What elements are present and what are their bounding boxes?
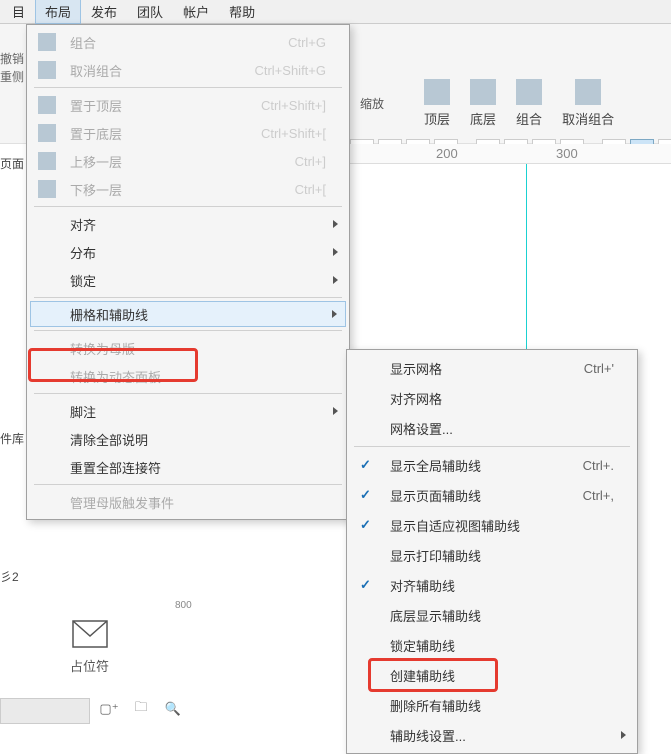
mi-back: 置于底层Ctrl+Shift+[ (30, 119, 346, 147)
ruler-v-800: 800 (175, 600, 192, 611)
mi-front: 置于顶层Ctrl+Shift+] (30, 91, 346, 119)
ungroup-icon (38, 61, 56, 79)
arrow-icon (333, 248, 338, 256)
smi-grid-settings[interactable]: 网格设置... (350, 413, 634, 443)
front-icon (424, 79, 450, 105)
menu-item-team[interactable]: 团队 (127, 0, 173, 24)
toolbar-buttons: 缩放 顶层 底层 组合 取消组合 (360, 79, 614, 128)
smi-delete-all[interactable]: 删除所有辅助线 (350, 690, 634, 720)
mi-distribute[interactable]: 分布 (30, 238, 346, 266)
folder-icon[interactable]: 🗀 (132, 700, 150, 718)
add-icon[interactable]: ▢⁺ (100, 700, 118, 718)
separator (34, 330, 342, 331)
check-icon: ✓ (360, 577, 371, 593)
back-icon (38, 124, 56, 142)
mi-grid-guides[interactable]: 栅格和辅助线 (30, 301, 346, 327)
search-icon[interactable]: 🔍 (164, 700, 182, 718)
smi-snap-guides[interactable]: ✓对齐辅助线 (350, 570, 634, 600)
smi-guide-settings[interactable]: 辅助线设置... (350, 720, 634, 750)
smi-back-guides[interactable]: 底层显示辅助线 (350, 600, 634, 630)
arrow-icon (332, 310, 337, 318)
arrow-icon (333, 407, 338, 415)
mi-group: 组合Ctrl+G (30, 28, 346, 56)
check-icon: ✓ (360, 517, 371, 533)
bring-front-button[interactable]: 顶层 (424, 79, 450, 128)
separator (34, 393, 342, 394)
arrow-icon (621, 731, 626, 739)
group-icon (38, 33, 56, 51)
smi-show-print[interactable]: 显示打印辅助线 (350, 540, 634, 570)
separator (34, 297, 342, 298)
arrow-icon (333, 276, 338, 284)
smi-show-global[interactable]: ✓显示全局辅助线Ctrl+. (350, 450, 634, 480)
envelope-icon (72, 620, 108, 648)
back-icon (470, 79, 496, 105)
arrow-icon (333, 220, 338, 228)
shape-fragment: 彡2 (0, 568, 19, 585)
undo-fragment: 撤销 (0, 50, 24, 67)
mi-clear-desc[interactable]: 清除全部说明 (30, 425, 346, 453)
menu-item-layout[interactable]: 布局 (35, 0, 81, 24)
smi-show-adaptive[interactable]: ✓显示自适应视图辅助线 (350, 510, 634, 540)
check-icon: ✓ (360, 457, 371, 473)
mi-footnote[interactable]: 脚注 (30, 397, 346, 425)
smi-lock-guides[interactable]: 锁定辅助线 (350, 630, 634, 660)
placeholder-widget[interactable]: 占位符 (70, 620, 109, 675)
bottom-icons: ▢⁺ 🗀 🔍 (100, 700, 182, 718)
separator (354, 446, 630, 447)
bottom-bar (0, 698, 90, 724)
mi-up: 上移一层Ctrl+] (30, 147, 346, 175)
mi-lock[interactable]: 锁定 (30, 266, 346, 294)
mi-reset-conn[interactable]: 重置全部连接符 (30, 453, 346, 481)
library-fragment[interactable]: 件库 (0, 430, 24, 447)
mi-down: 下移一层Ctrl+[ (30, 175, 346, 203)
ungroup-button[interactable]: 取消组合 (562, 79, 614, 128)
separator (34, 484, 342, 485)
mi-ungroup: 取消组合Ctrl+Shift+G (30, 56, 346, 84)
separator (34, 87, 342, 88)
up-icon (38, 152, 56, 170)
menubar: 目 布局 发布 团队 帐户 帮助 (0, 0, 671, 24)
layout-dropdown: 组合Ctrl+G 取消组合Ctrl+Shift+G 置于顶层Ctrl+Shift… (26, 24, 350, 520)
ungroup-icon (575, 79, 601, 105)
down-icon (38, 180, 56, 198)
menu-item-account[interactable]: 帐户 (173, 0, 219, 24)
front-icon (38, 96, 56, 114)
send-back-button[interactable]: 底层 (470, 79, 496, 128)
separator (34, 206, 342, 207)
smi-snap-grid[interactable]: 对齐网格 (350, 383, 634, 413)
redo-fragment: 重侧 (0, 68, 24, 85)
check-icon: ✓ (360, 487, 371, 503)
page-tab-fragment[interactable]: 页面 (0, 155, 24, 172)
menu-item-publish[interactable]: 发布 (81, 0, 127, 24)
smi-show-grid[interactable]: 显示网格Ctrl+' (350, 353, 634, 383)
placeholder-label: 占位符 (70, 656, 109, 675)
grid-guides-submenu: 显示网格Ctrl+' 对齐网格 网格设置... ✓显示全局辅助线Ctrl+. ✓… (346, 349, 638, 754)
group-icon (516, 79, 542, 105)
group-button[interactable]: 组合 (516, 79, 542, 128)
mi-to-master: 转换为母版 (30, 334, 346, 362)
smi-create-guides[interactable]: 创建辅助线 (350, 660, 634, 690)
menu-item-mu[interactable]: 目 (2, 0, 35, 24)
smi-show-page[interactable]: ✓显示页面辅助线Ctrl+, (350, 480, 634, 510)
mi-manage-master: 管理母版触发事件 (30, 488, 346, 516)
mi-align[interactable]: 对齐 (30, 210, 346, 238)
menu-item-help[interactable]: 帮助 (219, 0, 265, 24)
mi-to-dynamic: 转换为动态面板 (30, 362, 346, 390)
zoom-label: 缩放 (360, 95, 384, 112)
